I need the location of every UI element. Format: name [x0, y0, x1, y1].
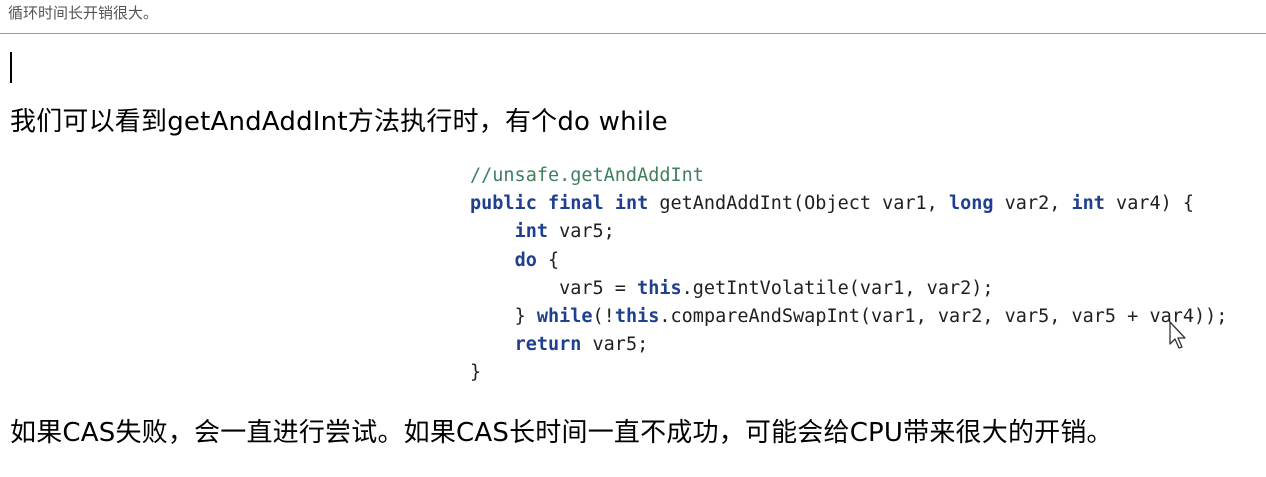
code-keyword: return: [514, 334, 582, 356]
horizontal-divider: [0, 33, 1266, 34]
code-text: .getIntVolatile(var1, var2);: [681, 277, 994, 299]
code-text: var2,: [993, 193, 1072, 215]
code-text: .compareAndSwapInt(var1, var2, var5, var…: [659, 306, 1228, 328]
code-keyword: long: [948, 193, 994, 215]
code-keyword: while: [536, 306, 593, 328]
previous-text-line: 循环时间长开销很大。: [8, 4, 159, 22]
text-caret: [10, 52, 12, 83]
code-block: //unsafe.getAndAddInt public final int g…: [470, 162, 1227, 388]
code-keyword: this: [614, 306, 660, 328]
code-text: var5 =: [559, 277, 638, 299]
mouse-pointer-icon: [1169, 321, 1186, 349]
paragraph-cas-failure: 如果CAS失败，会一直进行尝试。如果CAS长时间一直不成功，可能会给CPU带来很…: [10, 418, 1113, 448]
code-text: }: [470, 362, 482, 384]
code-text: var5;: [581, 334, 649, 356]
code-text: getAndAddInt(Object var1,: [648, 193, 949, 215]
code-text: }: [514, 306, 537, 328]
code-comment: //unsafe.getAndAddInt: [470, 165, 704, 186]
code-keyword: do: [514, 249, 537, 271]
paragraph-getandaddint: 我们可以看到getAndAddInt方法执行时，有个do while: [10, 107, 668, 137]
code-text: var5;: [547, 221, 615, 243]
code-text: (!: [592, 306, 615, 328]
code-text: {: [536, 249, 560, 271]
code-keyword: this: [637, 277, 682, 299]
code-keyword: int: [614, 193, 649, 215]
code-keyword: public: [470, 193, 537, 215]
code-keyword: int: [1071, 193, 1105, 215]
code-keyword: final: [547, 193, 604, 215]
code-keyword: int: [514, 221, 548, 243]
code-text: var4) {: [1104, 193, 1195, 215]
